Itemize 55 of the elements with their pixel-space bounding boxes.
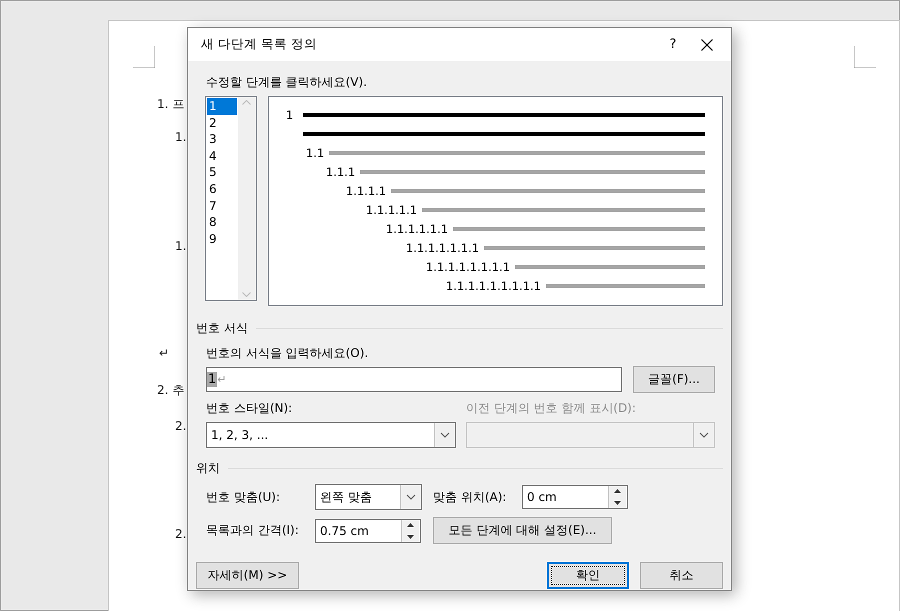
level-item[interactable]: 1 bbox=[207, 98, 237, 115]
caret-icon bbox=[699, 432, 709, 438]
preview-number: 1.1.1.1.1.1.1.1.1 bbox=[446, 278, 542, 292]
level-list[interactable]: 1 2 3 4 5 6 7 8 9 bbox=[205, 96, 257, 301]
document-text: 2. bbox=[175, 419, 186, 433]
field-label: 번호 맞춤(U): bbox=[206, 488, 282, 506]
preview-number: 1.1.1.1 bbox=[346, 184, 388, 198]
document-text: 2. bbox=[175, 527, 186, 541]
preview-number: 1 bbox=[286, 108, 294, 122]
more-button[interactable]: 자세히(M) >> bbox=[196, 562, 299, 589]
document-text: 1. bbox=[175, 130, 186, 144]
field-label: 목록과의 간격(I): bbox=[206, 522, 300, 539]
close-icon[interactable] bbox=[701, 38, 713, 50]
document-text: 1. 프 bbox=[157, 96, 184, 113]
align-at-spinner[interactable]: 0 cm bbox=[522, 485, 628, 509]
cancel-button[interactable]: 취소 bbox=[640, 562, 723, 589]
field-label: 이전 단계의 번호 함께 표시(D): bbox=[466, 400, 636, 417]
document-text: ↵ bbox=[159, 346, 170, 360]
preview-number: 1.1.1.1.1.1.1 bbox=[406, 240, 480, 254]
preview-number: 1.1.1.1.1.1 bbox=[386, 222, 450, 236]
caret-icon bbox=[440, 432, 450, 438]
window-title: 새 다단계 목록 정의 bbox=[201, 36, 318, 53]
style-dropdown[interactable]: 1, 2, 3, ... bbox=[206, 422, 456, 448]
spin-buttons[interactable] bbox=[608, 486, 627, 508]
margin-corner-icon bbox=[133, 46, 155, 68]
level-item[interactable]: 5 bbox=[207, 164, 237, 181]
font-button[interactable]: 글꼴(F)... bbox=[633, 366, 715, 393]
field-label: 맞춤 위치(A): bbox=[433, 488, 508, 506]
section-heading: 위치 bbox=[196, 460, 220, 477]
level-item[interactable]: 8 bbox=[207, 214, 237, 231]
preview-number: 1.1.1.1.1 bbox=[366, 202, 418, 216]
margin-corner-icon bbox=[854, 46, 876, 68]
level-item[interactable]: 6 bbox=[207, 180, 237, 198]
indent-spinner[interactable]: 0.75 cm bbox=[315, 518, 421, 542]
document-text: 2. 추 bbox=[157, 382, 184, 399]
format-field[interactable]: 1↵ bbox=[206, 367, 622, 392]
level-prompt: 수정할 단계를 클릭하세요(V). bbox=[206, 74, 368, 91]
level-item[interactable]: 3 bbox=[207, 131, 237, 148]
level-item[interactable]: 7 bbox=[207, 198, 237, 214]
level-item[interactable]: 9 bbox=[207, 230, 237, 248]
ok-button[interactable]: 확인 bbox=[547, 562, 629, 589]
preview-number: 1.1.1.1.1.1.1.1 bbox=[426, 260, 512, 274]
preview-number: 1.1.1 bbox=[326, 164, 356, 178]
caret-icon bbox=[406, 494, 416, 500]
field-label: 번호의 서식을 입력하세요(O). bbox=[206, 345, 370, 362]
level-item[interactable]: 2 bbox=[207, 114, 237, 132]
help-button[interactable]: ? bbox=[649, 37, 697, 52]
spin-buttons[interactable] bbox=[401, 520, 420, 542]
field-label: 번호 스타일(N): bbox=[206, 400, 294, 417]
document-text: 1. bbox=[175, 239, 186, 253]
align-dropdown[interactable]: 왼쪽 맞춤 bbox=[315, 484, 422, 510]
preview-number: 1.1 bbox=[306, 146, 326, 160]
set-all-levels-button[interactable]: 모든 단계에 대해 설정(E)... bbox=[433, 517, 612, 544]
level-item[interactable]: 4 bbox=[207, 148, 237, 164]
section-heading: 번호 서식 bbox=[196, 320, 248, 337]
